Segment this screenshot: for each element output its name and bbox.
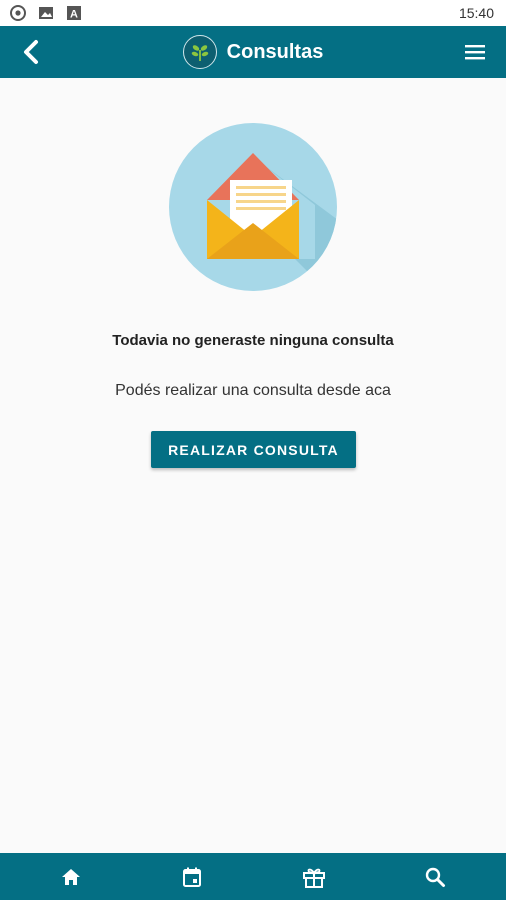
- open-envelope-icon: [169, 123, 337, 291]
- nav-home[interactable]: [39, 853, 103, 900]
- main-content: Todavia no generaste ninguna consulta Po…: [0, 78, 506, 853]
- realizar-consulta-button[interactable]: REALIZAR CONSULTA: [151, 431, 356, 468]
- app-title-group: Consultas: [0, 26, 506, 78]
- nav-calendar[interactable]: [160, 853, 224, 900]
- status-time: 15:40: [458, 5, 494, 21]
- status-bar: A 15:40: [0, 0, 506, 26]
- font-a-icon: A: [67, 6, 81, 21]
- gift-icon: [302, 868, 325, 888]
- home-icon: [61, 868, 80, 885]
- chrome-icon: [10, 5, 26, 21]
- calendar-icon: [183, 867, 202, 887]
- bottom-navigation: [0, 853, 506, 900]
- hamburger-menu-icon[interactable]: [464, 41, 486, 63]
- app-bar: Consultas: [0, 26, 506, 78]
- nav-search[interactable]: [403, 853, 467, 900]
- empty-state-subtext: Podés realizar una consulta desde aca: [115, 382, 391, 399]
- nav-gift[interactable]: [282, 853, 346, 900]
- empty-state-heading: Todavia no generaste ninguna consulta: [112, 332, 394, 349]
- leaf-logo-icon: [182, 35, 217, 69]
- page-title: Consultas: [226, 40, 324, 63]
- search-icon: [426, 867, 446, 887]
- svg-text:A: A: [70, 9, 78, 21]
- image-icon: [39, 7, 53, 19]
